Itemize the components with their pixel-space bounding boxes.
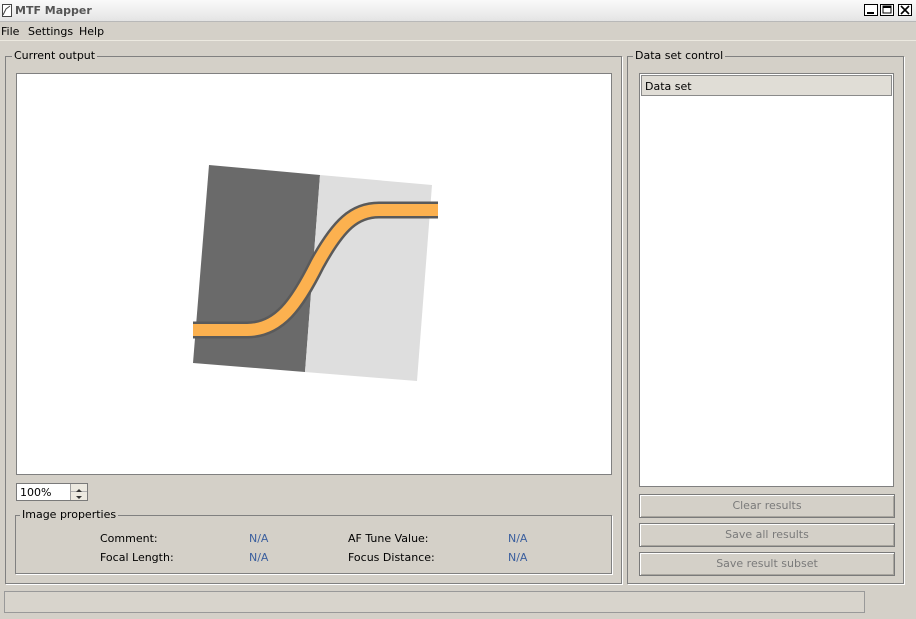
af-tune-label: AF Tune Value:	[348, 532, 429, 545]
close-icon	[900, 5, 910, 15]
menu-divider	[0, 40, 916, 41]
data-set-header-label: Data set	[645, 80, 692, 93]
af-tune-value: N/A	[508, 532, 528, 545]
status-bar	[4, 591, 865, 613]
zoom-value: 100%	[20, 486, 52, 499]
comment-value: N/A	[249, 532, 269, 545]
window-title: MTF Mapper	[15, 4, 92, 17]
minimize-button[interactable]	[864, 4, 878, 16]
title-bar[interactable]: MTF Mapper	[0, 0, 916, 22]
save-all-results-button[interactable]: Save all results	[639, 523, 895, 547]
focal-length-value: N/A	[249, 551, 269, 564]
clear-results-button[interactable]: Clear results	[639, 494, 895, 518]
minimize-icon	[867, 12, 874, 14]
menu-bar: File Settings Help	[0, 22, 916, 40]
app-icon	[2, 4, 12, 17]
data-set-control-title: Data set control	[633, 49, 726, 62]
arrow-down-icon	[76, 496, 82, 499]
comment-label: Comment:	[100, 532, 158, 545]
edge-image	[193, 165, 438, 381]
zoom-down-button[interactable]	[71, 492, 87, 500]
current-output-title: Current output	[12, 49, 98, 62]
dark-region	[193, 165, 320, 372]
image-properties-title: Image properties	[20, 508, 119, 521]
data-set-column-header[interactable]: Data set	[641, 75, 892, 96]
zoom-up-button[interactable]	[71, 484, 87, 492]
image-canvas[interactable]	[16, 73, 612, 475]
menu-settings[interactable]: Settings	[28, 25, 73, 38]
focus-distance-label: Focus Distance:	[348, 551, 435, 564]
menu-help[interactable]: Help	[79, 25, 104, 38]
zoom-spinbox[interactable]: 100%	[16, 483, 88, 501]
maximize-icon	[882, 5, 892, 14]
zoom-spin-buttons	[70, 484, 87, 500]
save-result-subset-button[interactable]: Save result subset	[639, 552, 895, 576]
maximize-button[interactable]	[880, 4, 894, 16]
close-button[interactable]	[898, 4, 912, 16]
focal-length-label: Focal Length:	[100, 551, 174, 564]
data-set-list[interactable]: Data set	[639, 73, 894, 487]
focus-distance-value: N/A	[508, 551, 528, 564]
menu-file[interactable]: File	[1, 25, 19, 38]
